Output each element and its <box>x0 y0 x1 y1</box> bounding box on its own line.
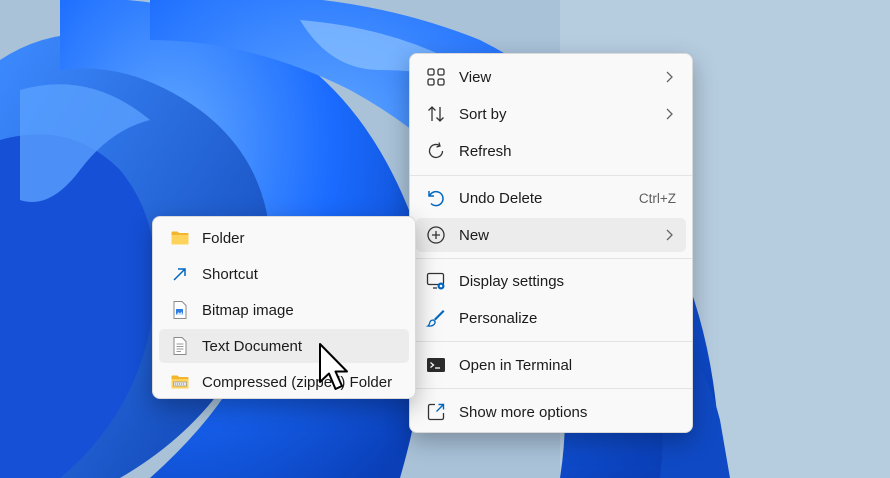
menu-separator <box>410 175 692 176</box>
submenu-item-folder[interactable]: Folder <box>159 221 409 255</box>
menu-item-label: Open in Terminal <box>459 356 573 374</box>
submenu-item-label: Compressed (zipped) Folder <box>202 373 393 391</box>
submenu-item-bitmap-image[interactable]: Bitmap image <box>159 293 409 327</box>
undo-icon <box>428 190 444 207</box>
submenu-item-label: Bitmap image <box>202 301 294 319</box>
menu-item-label: Display settings <box>459 272 565 290</box>
plus-circle-icon <box>427 226 445 244</box>
chevron-right-icon <box>666 71 673 83</box>
submenu-item-text-document[interactable]: Text Document <box>159 329 409 363</box>
brush-icon <box>426 310 445 327</box>
menu-item-personalize[interactable]: Personalize <box>416 301 686 335</box>
menu-separator <box>410 388 692 389</box>
sort-icon <box>428 106 444 122</box>
submenu-item-label: Shortcut <box>202 265 258 283</box>
menu-item-label: Sort by <box>459 105 507 123</box>
open-external-icon <box>427 403 445 421</box>
display-settings-icon <box>426 272 445 290</box>
menu-item-label: Undo Delete <box>459 189 543 207</box>
menu-item-refresh[interactable]: Refresh <box>416 134 686 168</box>
menu-item-view[interactable]: View <box>416 60 686 94</box>
submenu-item-label: Folder <box>202 229 245 247</box>
chevron-right-icon <box>666 108 673 120</box>
desktop-context-menu: View Sort by Refresh Undo Delete Ctrl+Z … <box>409 53 693 433</box>
submenu-item-compressed-folder[interactable]: Compressed (zipped) Folder <box>159 365 409 399</box>
menu-item-open-in-terminal[interactable]: Open in Terminal <box>416 348 686 382</box>
mouse-pointer-icon <box>319 343 348 390</box>
terminal-icon <box>427 358 445 372</box>
menu-item-sort-by[interactable]: Sort by <box>416 97 686 131</box>
shortcut-icon <box>173 268 186 281</box>
zip-folder-icon <box>171 375 189 389</box>
shortcut-hint: Ctrl+Z <box>638 190 676 206</box>
submenu-item-shortcut[interactable]: Shortcut <box>159 257 409 291</box>
menu-item-label: Refresh <box>459 142 512 160</box>
menu-separator <box>410 341 692 342</box>
menu-item-label: Personalize <box>459 309 538 327</box>
chevron-right-icon <box>666 229 673 241</box>
menu-item-display-settings[interactable]: Display settings <box>416 264 686 298</box>
grid-icon <box>427 68 445 86</box>
menu-item-label: Show more options <box>459 403 588 421</box>
refresh-icon <box>428 142 444 159</box>
submenu-item-label: Text Document <box>202 337 303 355</box>
menu-item-label: New <box>459 226 490 244</box>
text-document-icon <box>173 337 187 355</box>
menu-item-undo-delete[interactable]: Undo Delete Ctrl+Z <box>416 181 686 215</box>
menu-item-show-more-options[interactable]: Show more options <box>416 395 686 429</box>
menu-separator <box>410 258 692 259</box>
new-submenu: Folder Shortcut Bitmap image Text Docume… <box>152 216 416 399</box>
bitmap-icon <box>173 301 187 319</box>
folder-icon <box>171 231 189 245</box>
menu-item-label: View <box>459 68 492 86</box>
menu-item-new[interactable]: New <box>416 218 686 252</box>
